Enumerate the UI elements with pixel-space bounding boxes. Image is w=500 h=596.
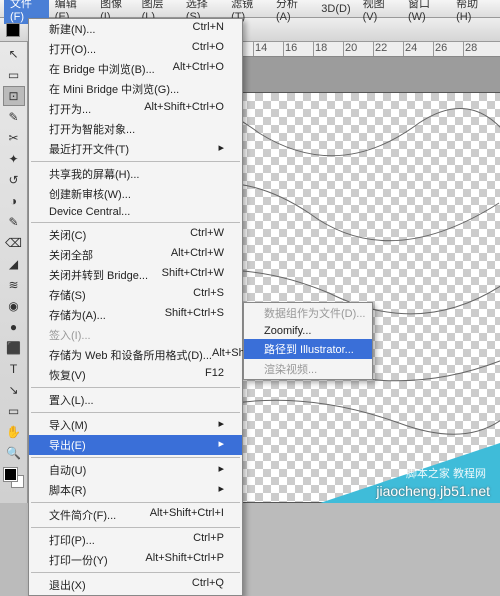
file-menu-item-23[interactable]: 导入(M) bbox=[29, 415, 242, 435]
file-menu-item-10[interactable]: Device Central... bbox=[29, 204, 242, 220]
file-menu-item-32[interactable]: 打印一份(Y)Alt+Shift+Ctrl+P bbox=[29, 550, 242, 570]
file-menu-item-5[interactable]: 打开为智能对象... bbox=[29, 119, 242, 139]
export-item-1[interactable]: Zoomify... bbox=[244, 323, 372, 339]
tool-16[interactable]: ↘ bbox=[3, 380, 25, 400]
file-menu-item-16[interactable]: 存储为(A)...Shift+Ctrl+S bbox=[29, 305, 242, 325]
menu-10[interactable]: 帮助(H) bbox=[450, 0, 496, 24]
menu-6[interactable]: 分析(A) bbox=[270, 0, 315, 24]
file-menu-item-14[interactable]: 关闭并转到 Bridge...Shift+Ctrl+W bbox=[29, 265, 242, 285]
file-menu-item-19[interactable]: 恢复(V)F12 bbox=[29, 365, 242, 385]
tool-9[interactable]: ⌫ bbox=[3, 233, 25, 253]
file-menu-item-12[interactable]: 关闭(C)Ctrl+W bbox=[29, 225, 242, 245]
tool-4[interactable]: ✂ bbox=[3, 128, 25, 148]
tool-0[interactable]: ↖ bbox=[3, 44, 25, 64]
tool-7[interactable]: ◑ bbox=[3, 191, 25, 211]
tool-12[interactable]: ◉ bbox=[3, 296, 25, 316]
file-menu-item-1[interactable]: 打开(O)...Ctrl+O bbox=[29, 39, 242, 59]
tool-11[interactable]: ≋ bbox=[3, 275, 25, 295]
tool-18[interactable]: ✋ bbox=[3, 422, 25, 442]
file-menu-item-29[interactable]: 文件简介(F)...Alt+Shift+Ctrl+I bbox=[29, 505, 242, 525]
menu-7[interactable]: 3D(D) bbox=[315, 2, 356, 16]
file-menu-item-17: 签入(I)... bbox=[29, 325, 242, 345]
file-menu-item-24[interactable]: 导出(E) bbox=[29, 435, 242, 455]
file-menu-item-3[interactable]: 在 Mini Bridge 中浏览(G)... bbox=[29, 79, 242, 99]
tool-5[interactable]: ✦ bbox=[3, 149, 25, 169]
file-menu-item-0[interactable]: 新建(N)...Ctrl+N bbox=[29, 19, 242, 39]
file-menu-item-9[interactable]: 创建新审核(W)... bbox=[29, 184, 242, 204]
tool-15[interactable]: T bbox=[3, 359, 25, 379]
file-menu-item-13[interactable]: 关闭全部Alt+Ctrl+W bbox=[29, 245, 242, 265]
file-menu-item-34[interactable]: 退出(X)Ctrl+Q bbox=[29, 575, 242, 595]
tool-19[interactable]: 🔍 bbox=[3, 443, 25, 463]
file-menu-item-31[interactable]: 打印(P)...Ctrl+P bbox=[29, 530, 242, 550]
tool-14[interactable]: ⬛ bbox=[3, 338, 25, 358]
file-menu-item-18[interactable]: 存储为 Web 和设备所用格式(D)...Alt+Shift+Ctrl+S bbox=[29, 345, 242, 365]
menu-8[interactable]: 视图(V) bbox=[357, 0, 402, 24]
export-item-0: 数据组作为文件(D)... bbox=[244, 303, 372, 323]
menubar: 文件(F)编辑(E)图像(I)图层(L)选择(S)滤镜(T)分析(A)3D(D)… bbox=[0, 0, 500, 18]
tool-8[interactable]: ✎ bbox=[3, 212, 25, 232]
file-menu-item-27[interactable]: 脚本(R) bbox=[29, 480, 242, 500]
tool-10[interactable]: ◢ bbox=[3, 254, 25, 274]
tool-3[interactable]: ✎ bbox=[3, 107, 25, 127]
file-menu-item-26[interactable]: 自动(U) bbox=[29, 460, 242, 480]
menu-9[interactable]: 窗口(W) bbox=[402, 0, 450, 24]
file-menu-dropdown: 新建(N)...Ctrl+N打开(O)...Ctrl+O在 Bridge 中浏览… bbox=[28, 18, 243, 596]
fill-swatch[interactable] bbox=[6, 23, 20, 37]
file-menu-item-15[interactable]: 存储(S)Ctrl+S bbox=[29, 285, 242, 305]
tool-6[interactable]: ↺ bbox=[3, 170, 25, 190]
export-item-3: 渲染视频... bbox=[244, 359, 372, 379]
color-swatches[interactable] bbox=[4, 468, 24, 488]
watermark-url: jiaocheng.jb51.net bbox=[376, 483, 490, 499]
tool-2[interactable]: ⊡ bbox=[3, 86, 25, 106]
file-menu-item-4[interactable]: 打开为...Alt+Shift+Ctrl+O bbox=[29, 99, 242, 119]
tool-13[interactable]: ● bbox=[3, 317, 25, 337]
export-submenu: 数据组作为文件(D)...Zoomify...路径到 Illustrator..… bbox=[243, 302, 373, 380]
tool-1[interactable]: ▭ bbox=[3, 65, 25, 85]
export-item-2[interactable]: 路径到 Illustrator... bbox=[244, 339, 372, 359]
file-menu-item-2[interactable]: 在 Bridge 中浏览(B)...Alt+Ctrl+O bbox=[29, 59, 242, 79]
toolbox: ↖▭⊡✎✂✦↺◑✎⌫◢≋◉●⬛T↘▭✋🔍 bbox=[0, 42, 28, 503]
file-menu-item-21[interactable]: 置入(L)... bbox=[29, 390, 242, 410]
file-menu-item-8[interactable]: 共享我的屏幕(H)... bbox=[29, 164, 242, 184]
file-menu-item-6[interactable]: 最近打开文件(T) bbox=[29, 139, 242, 159]
watermark-text: 脚本之家 教程网 bbox=[406, 465, 486, 481]
tool-17[interactable]: ▭ bbox=[3, 401, 25, 421]
